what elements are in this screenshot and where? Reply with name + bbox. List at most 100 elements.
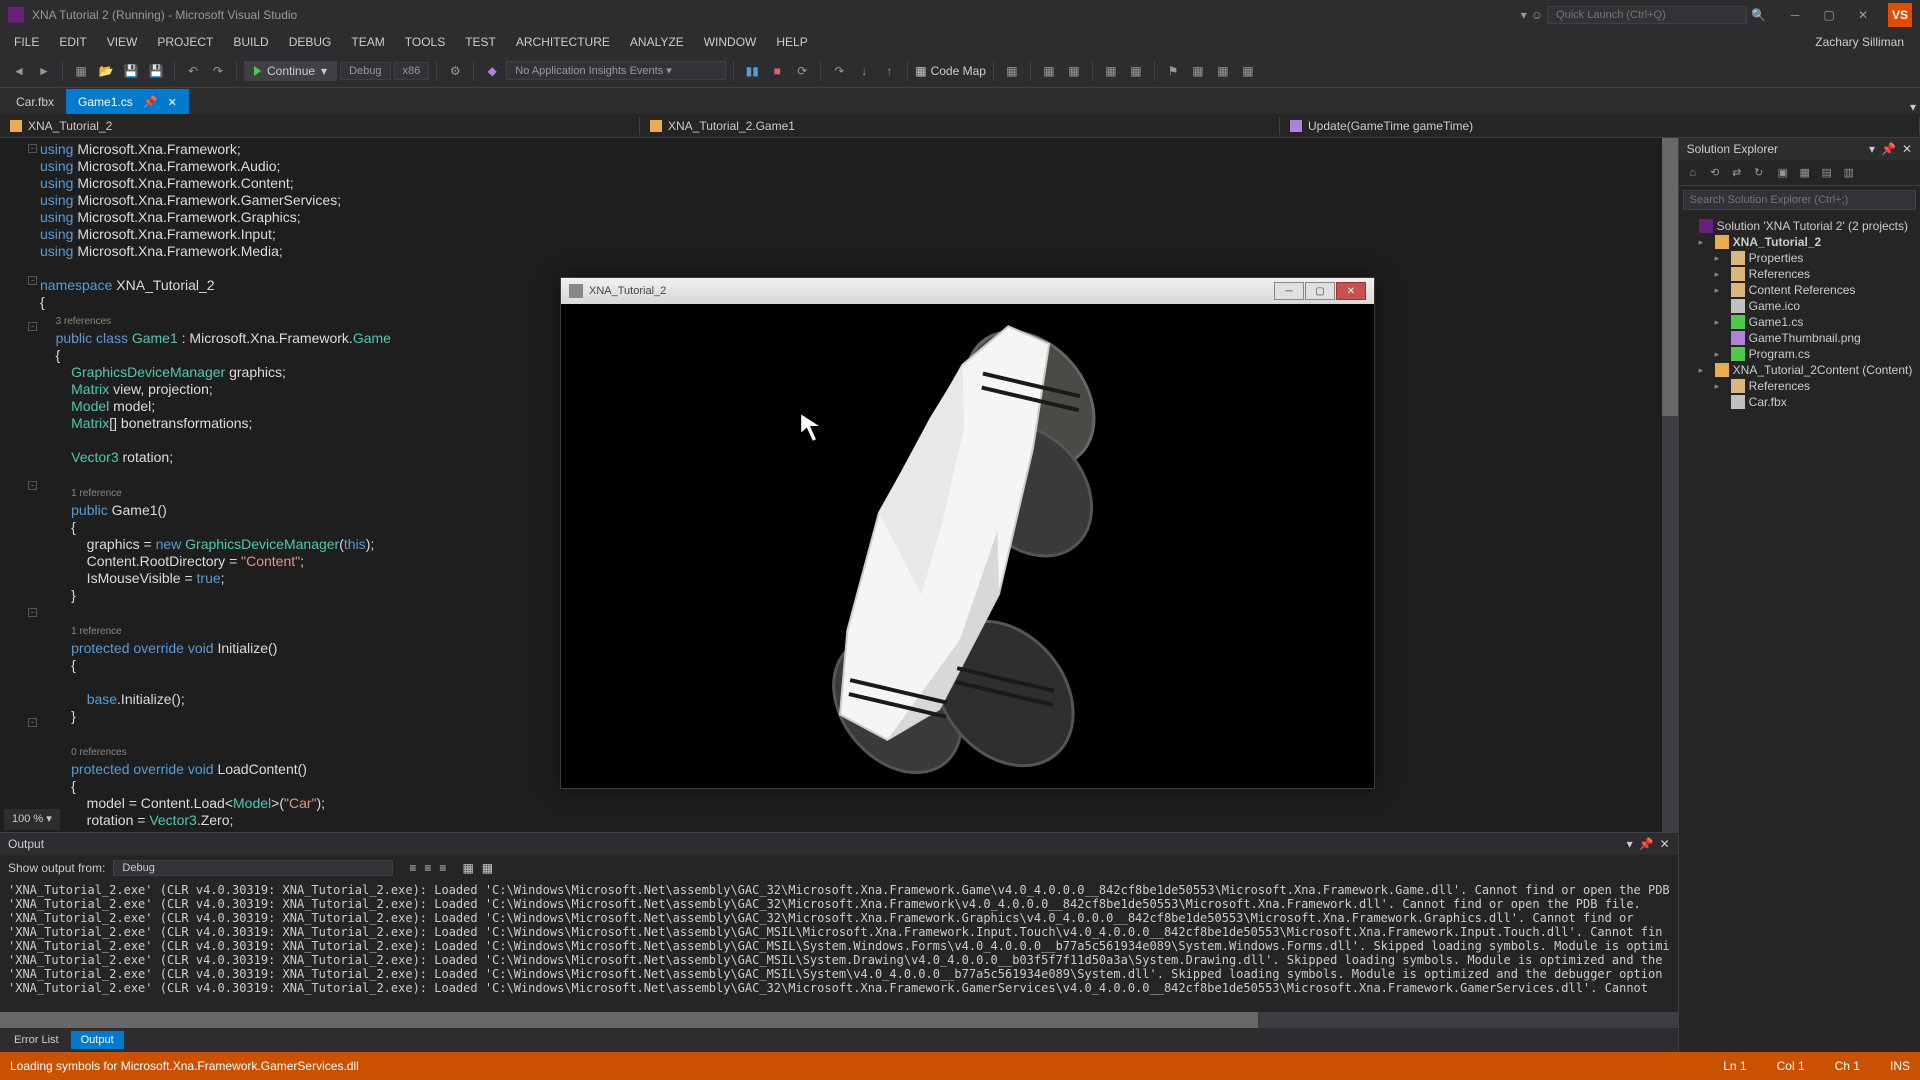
insights-combo[interactable]: No Application Insights Events ▾ [506,61,726,80]
sol-refresh-icon[interactable]: ↻ [1749,163,1769,183]
feedback-icon[interactable]: ☺ [1531,8,1543,22]
close-tab-icon[interactable]: ✕ [168,96,177,109]
menu-team[interactable]: TEAM [341,31,394,53]
outline-toggle-icon[interactable]: - [28,276,37,285]
user-name[interactable]: Zachary Silliman [1815,35,1916,49]
tb-extra2-icon[interactable]: ▦ [1038,60,1060,82]
output-toggle-icon[interactable]: ≡ [424,861,431,875]
process-icon[interactable]: ⚙ [444,60,466,82]
tree-item[interactable]: ▸Program.cs [1679,346,1920,362]
nav-class-combo[interactable]: XNA_Tutorial_2.Game1 [640,117,1280,135]
tree-item[interactable]: Game.ico [1679,298,1920,314]
continue-button[interactable]: Continue ▾ [244,61,337,81]
stop-icon[interactable]: ■ [766,60,788,82]
new-project-icon[interactable]: ▦ [70,60,92,82]
undo-icon[interactable]: ↶ [182,60,204,82]
menu-architecture[interactable]: ARCHITECTURE [506,31,620,53]
step-into-icon[interactable]: ↓ [853,60,875,82]
tab-output[interactable]: Output [71,1031,124,1049]
tree-item[interactable]: ▸Content References [1679,282,1920,298]
tree-item[interactable]: ▸Properties [1679,250,1920,266]
menu-file[interactable]: FILE [4,31,49,53]
insights-icon[interactable]: ◆ [481,60,503,82]
tb-extra1-icon[interactable]: ▦ [1001,60,1023,82]
notification-icon[interactable]: ▾ [1521,8,1527,22]
nav-back-icon[interactable]: ◄ [8,60,30,82]
sol-sync-icon[interactable]: ⇄ [1727,163,1747,183]
outline-toggle-icon[interactable]: - [28,481,37,490]
restart-icon[interactable]: ⟳ [791,60,813,82]
pause-icon[interactable]: ▮▮ [741,60,763,82]
tree-item[interactable]: Solution 'XNA Tutorial 2' (2 projects) [1679,218,1920,234]
tab-game1cs[interactable]: Game1.cs 📌 ✕ [66,89,189,114]
menu-debug[interactable]: DEBUG [279,31,342,53]
vertical-scrollbar[interactable] [1662,138,1678,832]
tree-item[interactable]: ▸XNA_Tutorial_2Content (Content) [1679,362,1920,378]
tb-extra3-icon[interactable]: ▦ [1063,60,1085,82]
maximize-button[interactable]: ▢ [1812,2,1846,28]
nav-forward-icon[interactable]: ► [33,60,55,82]
game-window[interactable]: XNA_Tutorial_2 ─ ▢ ✕ [560,277,1375,789]
pin-icon[interactable]: 📌 [139,95,162,109]
tb-flag-icon[interactable]: ⚑ [1162,60,1184,82]
output-clear-icon[interactable]: ≡ [409,861,416,875]
menu-build[interactable]: BUILD [223,31,278,53]
menu-window[interactable]: WINDOW [694,31,767,53]
solution-close-icon[interactable]: ✕ [1902,142,1912,156]
solution-pin-icon[interactable]: 📌 [1881,142,1896,156]
tab-carfbx[interactable]: Car.fbx [4,89,66,114]
tree-item[interactable]: ▸XNA_Tutorial_2 [1679,234,1920,250]
outline-toggle-icon[interactable]: - [28,718,37,727]
tb-extra7-icon[interactable]: ▦ [1212,60,1234,82]
close-button[interactable]: ✕ [1846,2,1880,28]
tree-item[interactable]: ▸References [1679,378,1920,394]
tab-overflow-icon[interactable]: ▾ [1910,100,1916,114]
tree-item[interactable]: Car.fbx [1679,394,1920,410]
sol-properties-icon[interactable]: ▤ [1817,163,1837,183]
game-window-titlebar[interactable]: XNA_Tutorial_2 ─ ▢ ✕ [561,278,1374,304]
menu-edit[interactable]: EDIT [49,31,96,53]
open-file-icon[interactable]: 📂 [95,60,117,82]
redo-icon[interactable]: ↷ [207,60,229,82]
tb-extra5-icon[interactable]: ▦ [1125,60,1147,82]
output-extra-icon[interactable]: ▦ [462,861,473,875]
output-wrap-icon[interactable]: ≡ [439,861,446,875]
output-text[interactable]: 'XNA_Tutorial_2.exe' (CLR v4.0.30319: XN… [0,881,1678,1012]
game-maximize-button[interactable]: ▢ [1305,282,1335,300]
sol-back-icon[interactable]: ⟲ [1705,163,1725,183]
config-combo[interactable]: Debug [340,62,390,80]
menu-project[interactable]: PROJECT [147,31,223,53]
output-pin-icon[interactable]: 📌 [1639,837,1654,851]
menu-tools[interactable]: TOOLS [395,31,455,53]
tree-item[interactable]: ▸References [1679,266,1920,282]
tab-error-list[interactable]: Error List [4,1031,69,1049]
nav-method-combo[interactable]: Update(GameTime gameTime) [1280,117,1920,135]
tb-extra6-icon[interactable]: ▦ [1187,60,1209,82]
menu-view[interactable]: VIEW [97,31,148,53]
sol-home-icon[interactable]: ⌂ [1683,163,1703,183]
tree-item[interactable]: GameThumbnail.png [1679,330,1920,346]
solution-search-input[interactable] [1683,190,1916,210]
tree-item[interactable]: ▸Game1.cs [1679,314,1920,330]
step-over-icon[interactable]: ↷ [828,60,850,82]
game-close-button[interactable]: ✕ [1336,282,1366,300]
sol-showall-icon[interactable]: ▦ [1795,163,1815,183]
outline-toggle-icon[interactable]: - [28,144,37,153]
sol-collapse-icon[interactable]: ▣ [1773,163,1793,183]
quick-launch-input[interactable] [1547,6,1747,24]
output-dropdown-icon[interactable]: ▾ [1627,837,1633,851]
zoom-level[interactable]: 100 % ▾ [4,809,60,830]
tb-extra8-icon[interactable]: ▦ [1237,60,1259,82]
step-out-icon[interactable]: ↑ [878,60,900,82]
tb-extra4-icon[interactable]: ▦ [1100,60,1122,82]
outline-toggle-icon[interactable]: - [28,608,37,617]
save-all-icon[interactable]: 💾 [145,60,167,82]
platform-combo[interactable]: x86 [394,62,430,80]
nav-project-combo[interactable]: XNA_Tutorial_2 [0,117,640,135]
game-minimize-button[interactable]: ─ [1274,282,1304,300]
save-icon[interactable]: 💾 [120,60,142,82]
menu-test[interactable]: TEST [455,31,506,53]
output-source-combo[interactable]: Debug [113,860,393,876]
minimize-button[interactable]: ─ [1778,2,1812,28]
sol-preview-icon[interactable]: ▥ [1839,163,1859,183]
